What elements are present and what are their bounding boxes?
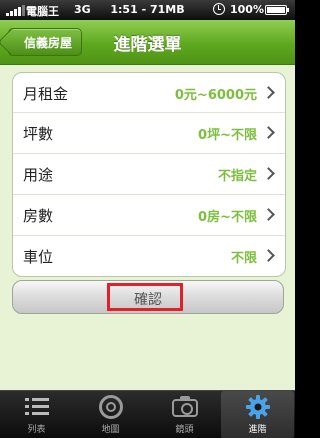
option-value: 0元~6000元	[174, 88, 257, 103]
tab-list[interactable]: 列表	[0, 391, 73, 438]
option-value: 0房~不限	[198, 210, 257, 225]
page-title: 進階選單	[113, 35, 182, 55]
options-table: 月租金 0元~6000元 坪數 0坪~不限 用途 不指定 房數 0房~不限 車位…	[12, 72, 286, 277]
option-row-area[interactable]: 坪數 0坪~不限	[13, 112, 285, 153]
chevron-right-icon	[262, 126, 275, 139]
camera-icon	[171, 396, 198, 417]
chevron-right-icon	[262, 208, 275, 221]
gear-icon	[245, 395, 270, 419]
option-label: 用途	[23, 166, 54, 184]
option-label: 房數	[23, 207, 54, 225]
option-label: 坪數	[23, 125, 54, 143]
option-label: 車位	[23, 248, 54, 266]
option-value: 0坪~不限	[198, 128, 257, 143]
list-icon	[24, 396, 49, 418]
tab-advanced[interactable]: 進階	[221, 391, 294, 438]
option-row-parking[interactable]: 車位 不限	[13, 235, 285, 276]
battery-icon	[265, 5, 289, 15]
screen: 電腦王 3G 1:51 - 71MB 100% 信義房屋 進階選單 月租金 0元…	[0, 0, 295, 438]
map-icon	[98, 395, 123, 419]
chevron-right-icon	[262, 86, 275, 99]
highlight-box	[107, 283, 183, 311]
tab-label: 列表	[27, 425, 46, 435]
chevron-right-icon	[262, 249, 275, 262]
alarm-icon	[213, 3, 225, 15]
nav-bar: 信義房屋 進階選單	[0, 20, 295, 65]
tab-map[interactable]: 地圖	[74, 391, 147, 438]
tab-label: 地圖	[101, 425, 120, 435]
chevron-right-icon	[262, 167, 275, 180]
option-value: 不限	[230, 251, 257, 266]
tab-camera[interactable]: 鏡頭	[148, 391, 221, 438]
battery-percent: 100%	[230, 3, 264, 16]
option-row-rent[interactable]: 月租金 0元~6000元	[13, 73, 285, 112]
tab-label: 鏡頭	[175, 425, 194, 435]
option-row-rooms[interactable]: 房數 0房~不限	[13, 194, 285, 235]
option-row-usage[interactable]: 用途 不指定	[13, 153, 285, 194]
status-bar: 電腦王 3G 1:51 - 71MB 100%	[0, 0, 295, 20]
tab-label: 進階	[248, 425, 267, 435]
tab-bar: 列表 地圖 鏡頭 進階	[0, 390, 295, 438]
option-label: 月租金	[23, 85, 69, 103]
option-value: 不指定	[217, 169, 257, 184]
